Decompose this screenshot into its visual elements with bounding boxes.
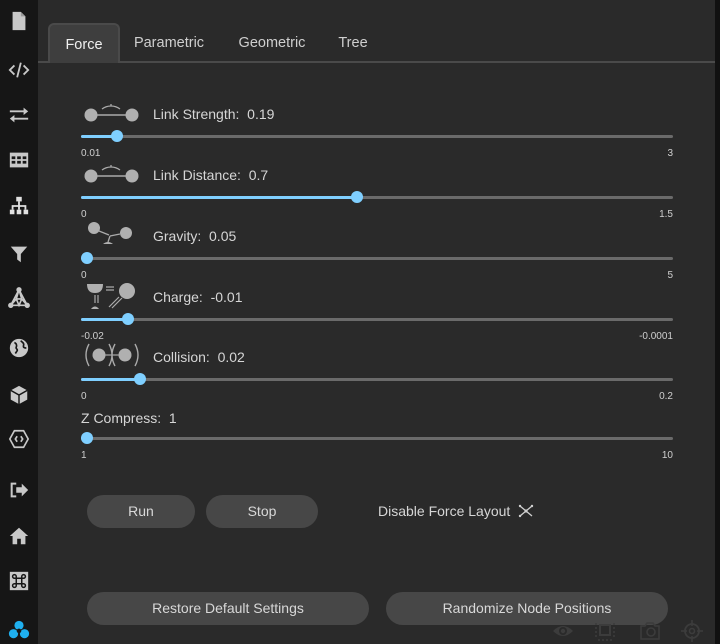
globe-icon[interactable] <box>7 336 31 360</box>
slider-fill <box>81 196 358 199</box>
run-button[interactable]: Run <box>87 495 195 528</box>
slider-fill <box>81 378 141 381</box>
code-icon[interactable] <box>7 58 31 82</box>
tab-tree[interactable]: Tree <box>332 23 374 61</box>
tab-geometric[interactable]: Geometric <box>228 23 316 61</box>
link-distance-min: 0 <box>81 209 87 220</box>
home-icon[interactable] <box>7 524 31 548</box>
link-strength-icon <box>84 104 139 122</box>
slider-thumb[interactable] <box>122 313 135 325</box>
cube-icon[interactable] <box>7 383 31 407</box>
z-compress-min: 1 <box>81 450 87 461</box>
z-compress-max: 10 <box>661 450 673 461</box>
gravity-min: 0 <box>81 270 87 281</box>
gravity-value: 0.05 <box>209 228 237 244</box>
gravity-max: 5 <box>667 270 673 281</box>
z-compress-value: 1 <box>168 410 177 426</box>
slider-thumb[interactable] <box>134 373 147 385</box>
link-strength-label: Link Strength: 0.19 <box>153 106 275 122</box>
charge-max: -0.0001 <box>639 331 673 342</box>
slider-thumb[interactable] <box>81 252 93 264</box>
command-icon[interactable] <box>7 569 31 593</box>
gravity-icon <box>88 222 132 244</box>
charge-value: -0.01 <box>210 289 243 305</box>
collision-icon <box>85 343 139 367</box>
app-logo-icon[interactable] <box>7 618 31 642</box>
charge-icon <box>87 283 135 309</box>
z-compress-track[interactable] <box>81 432 673 444</box>
link-distance-icon <box>84 165 139 183</box>
link-strength-value: 0.19 <box>247 106 275 122</box>
crosshair-icon[interactable] <box>681 620 703 642</box>
stop-button[interactable]: Stop <box>206 495 318 528</box>
charge-label: Charge: -0.01 <box>153 289 243 305</box>
restore-default-settings-button[interactable]: Restore Default Settings <box>87 592 369 625</box>
link-strength-track[interactable] <box>81 130 673 142</box>
disable-force-layout-toggle[interactable]: Disable Force Layout <box>378 503 510 519</box>
camera-icon[interactable] <box>639 620 661 642</box>
slider-thumb[interactable] <box>351 191 364 203</box>
sign-out-icon[interactable] <box>7 478 31 502</box>
charge-track[interactable] <box>81 313 673 325</box>
collision-min: 0 <box>81 391 87 402</box>
force-layout-icon[interactable] <box>518 503 534 519</box>
collision-track[interactable] <box>81 373 673 385</box>
window-edge <box>715 0 720 644</box>
link-distance-max: 1.5 <box>659 209 673 220</box>
collision-value: 0.02 <box>217 349 245 365</box>
network-icon[interactable] <box>7 286 31 310</box>
tab-force[interactable]: Force <box>48 23 120 63</box>
link-distance-label: Link Distance: 0.7 <box>153 167 269 183</box>
swap-arrows-icon[interactable] <box>7 103 31 127</box>
slider-thumb[interactable] <box>110 130 123 142</box>
file-icon[interactable] <box>7 9 31 33</box>
filter-icon[interactable] <box>7 242 31 266</box>
sidebar <box>0 0 38 644</box>
eye-icon[interactable] <box>552 620 574 642</box>
link-strength-min: 0.01 <box>81 148 101 159</box>
selection-box-icon[interactable] <box>594 620 616 642</box>
table-icon[interactable] <box>7 148 31 172</box>
tab-bar: Force Parametric Geometric Tree <box>38 0 715 63</box>
randomize-node-positions-button[interactable]: Randomize Node Positions <box>386 592 668 625</box>
slider-fill <box>81 318 129 321</box>
gravity-label: Gravity: 0.05 <box>153 228 237 244</box>
link-distance-track[interactable] <box>81 191 673 203</box>
hierarchy-icon[interactable] <box>7 194 31 218</box>
collision-label: Collision: 0.02 <box>153 349 245 365</box>
link-distance-value: 0.7 <box>248 167 269 183</box>
hexagon-code-icon[interactable] <box>7 427 31 451</box>
slider-thumb[interactable] <box>81 432 93 444</box>
gravity-track[interactable] <box>81 252 673 264</box>
link-strength-max: 3 <box>667 148 673 159</box>
z-compress-label: Z Compress: 1 <box>81 410 177 426</box>
collision-max: 0.2 <box>659 391 673 402</box>
tab-parametric[interactable]: Parametric <box>126 23 212 61</box>
